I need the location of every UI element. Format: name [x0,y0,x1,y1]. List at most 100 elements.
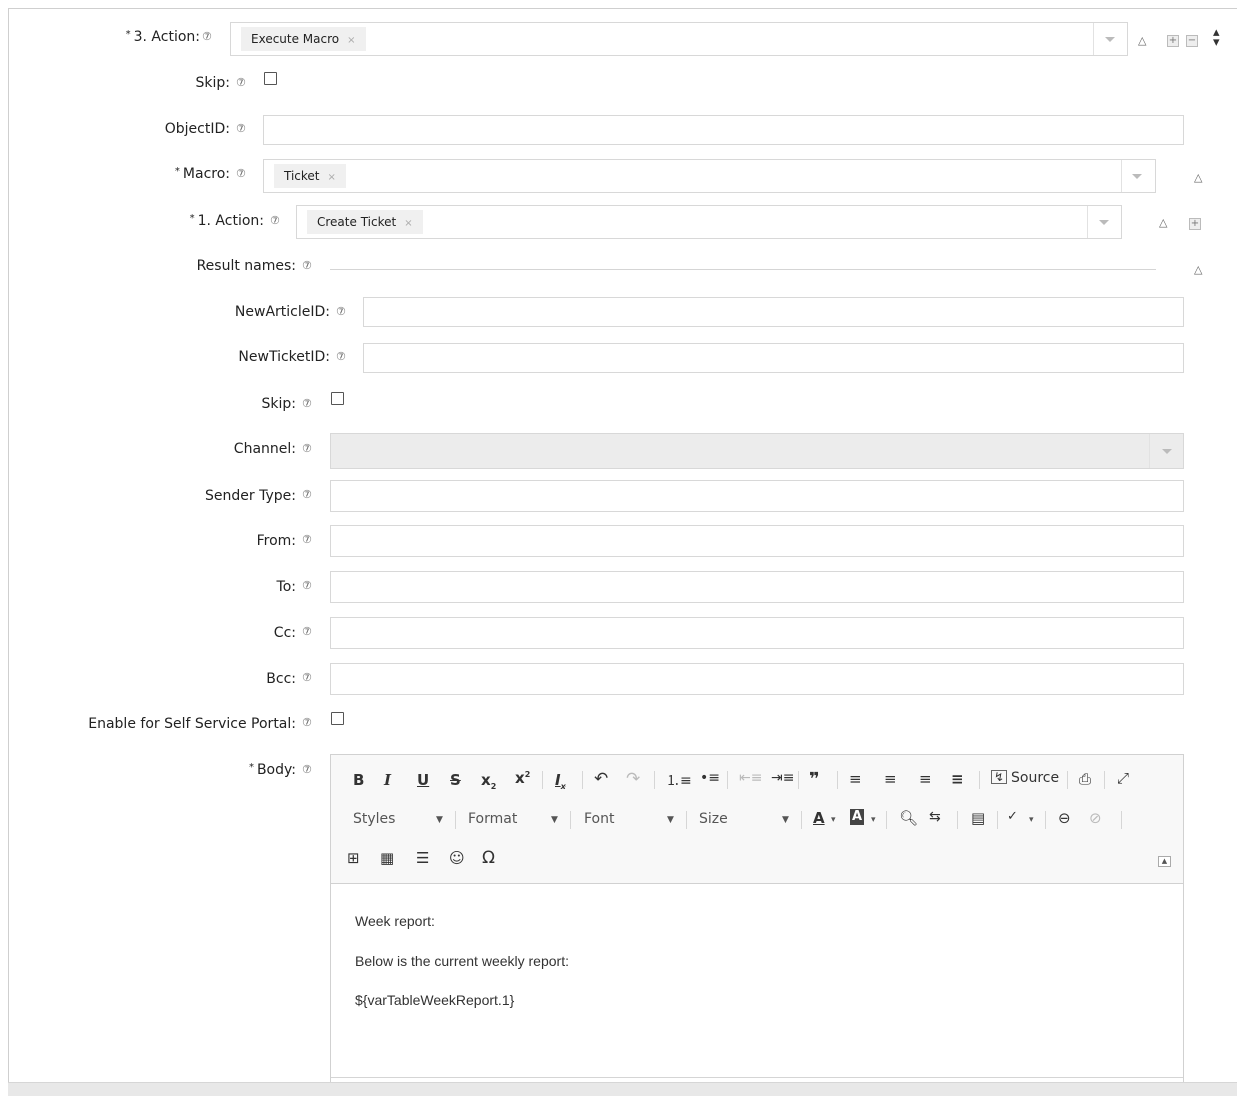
help-icon[interactable]: ⑦ [302,488,312,501]
remove-icon[interactable]: − [1186,35,1198,47]
bottom-scrollbar[interactable] [8,1082,1237,1096]
find-icon[interactable]: 🔍︎ [899,809,918,827]
underline-icon[interactable]: U [417,771,429,789]
help-icon[interactable]: ⑦ [270,214,280,227]
cc-input[interactable] [330,617,1184,649]
special-char-icon[interactable]: Ω [482,848,495,868]
skip-checkbox[interactable] [264,72,277,85]
collapse-triangle-icon[interactable]: △ [1194,171,1202,184]
superscript-icon[interactable]: x2 [515,769,530,787]
add-icon[interactable]: + [1167,35,1179,47]
styles-dropdown[interactable]: Styles [353,811,395,827]
outdent-icon[interactable]: ⇤≡ [739,770,762,786]
link-icon[interactable]: ⊖ [1058,809,1071,827]
smiley-icon[interactable]: ☺ [449,849,465,867]
to-input[interactable] [330,571,1184,603]
numbered-list-icon[interactable]: ⒈≡ [666,770,692,790]
bcc-label: Bcc: [266,671,296,687]
remove-tag-icon[interactable]: × [347,35,355,46]
help-icon[interactable]: ⑦ [302,579,312,592]
collapse-triangle-icon[interactable]: △ [1159,216,1167,229]
collapse-toolbar-icon[interactable]: ▲ [1158,856,1171,867]
help-icon[interactable]: ⑦ [236,76,246,89]
new-ticket-id-input[interactable] [363,343,1184,373]
help-icon[interactable]: ⑦ [302,533,312,546]
skip-label: Skip: [261,396,297,412]
help-icon[interactable]: ⑦ [302,763,312,776]
format-dropdown[interactable]: Format [468,811,517,827]
redo-icon[interactable]: ↷ [626,769,640,789]
bulleted-list-icon[interactable]: •≡ [700,770,720,786]
help-icon[interactable]: ⑦ [302,397,312,410]
indent-icon[interactable]: ⇥≡ [771,770,794,786]
help-icon[interactable]: ⑦ [202,30,212,43]
action1-select[interactable]: Create Ticket × [296,205,1122,239]
chevron-down-icon[interactable]: ▼ [782,815,789,825]
add-icon[interactable]: + [1189,218,1201,230]
source-button[interactable]: Source [1011,770,1059,786]
undo-icon[interactable]: ↶ [594,769,608,789]
align-justify-icon[interactable]: ≡ [951,770,964,788]
blockquote-icon[interactable]: ❞ [809,769,820,790]
strikethrough-icon[interactable]: S [450,771,461,789]
selected-tag: Ticket × [274,164,346,188]
unlink-icon[interactable]: ⊘ [1089,809,1102,827]
help-icon[interactable]: ⑦ [302,259,312,272]
replace-icon[interactable]: ⇆ [929,809,941,825]
bcc-input[interactable] [330,663,1184,695]
chevron-down-icon [1105,37,1115,42]
to-label: To: [276,579,296,595]
chevron-down-icon[interactable]: ▾ [1029,815,1034,825]
cc-label: Cc: [273,625,296,641]
help-icon[interactable]: ⑦ [302,716,312,729]
self-service-checkbox[interactable] [331,712,344,725]
subscript-icon[interactable]: x2 [481,771,496,791]
bold-icon[interactable]: B [353,771,364,789]
maximize-icon[interactable]: ⤢ [1117,769,1129,787]
action3-select[interactable]: Execute Macro × [230,22,1128,56]
help-icon[interactable]: ⑦ [302,671,312,684]
objectid-input[interactable] [263,115,1184,145]
selected-tag: Execute Macro × [241,27,366,51]
show-blocks-icon[interactable]: ▤ [971,809,985,827]
sender-type-input[interactable] [330,480,1184,512]
chevron-down-icon[interactable]: ▼ [551,815,558,825]
help-icon[interactable]: ⑦ [336,350,346,363]
help-icon[interactable]: ⑦ [302,625,312,638]
source-icon[interactable]: ↯ [991,770,1008,784]
table-icon[interactable]: ⊞ [347,849,360,867]
background-color-icon[interactable]: A [850,809,865,825]
align-center-icon[interactable]: ≡ [884,770,897,788]
result-names-label: Result names: [196,258,296,274]
horizontal-line-icon[interactable]: ☰ [416,849,429,867]
from-input[interactable] [330,525,1184,557]
size-dropdown[interactable]: Size [699,811,728,827]
chevron-down-icon[interactable]: ▾ [871,815,876,825]
text-color-icon[interactable]: A [813,809,825,827]
print-icon[interactable]: ⎙ [1079,770,1091,788]
help-icon[interactable]: ⑦ [302,442,312,455]
help-icon[interactable]: ⑦ [236,122,246,135]
font-dropdown[interactable]: Font [584,811,614,827]
help-icon[interactable]: ⑦ [336,305,346,318]
collapse-triangle-icon[interactable]: △ [1138,34,1146,47]
align-left-icon[interactable]: ≡ [849,770,862,788]
remove-format-icon[interactable]: Ix [555,771,566,791]
new-article-id-input[interactable] [363,297,1184,327]
chevron-down-icon[interactable]: ▼ [667,815,674,825]
help-icon[interactable]: ⑦ [236,167,246,180]
chevron-down-icon[interactable]: ▼ [436,815,443,825]
chevron-down-icon[interactable]: ▾ [831,815,836,825]
align-right-icon[interactable]: ≡ [919,770,932,788]
image-icon[interactable]: ▦ [380,849,394,867]
skip-checkbox[interactable] [331,392,344,405]
italic-icon[interactable]: I [384,771,391,789]
macro-select[interactable]: Ticket × [263,159,1156,193]
sort-handle-icon[interactable]: ▴ ▾ [1213,26,1220,49]
channel-select[interactable] [330,433,1184,469]
remove-tag-icon[interactable]: × [404,218,412,229]
sender-type-label: Sender Type: [205,488,296,504]
spellcheck-icon[interactable]: ✓ [1007,809,1018,824]
remove-tag-icon[interactable]: × [328,172,336,183]
collapse-triangle-icon[interactable]: △ [1194,263,1202,276]
